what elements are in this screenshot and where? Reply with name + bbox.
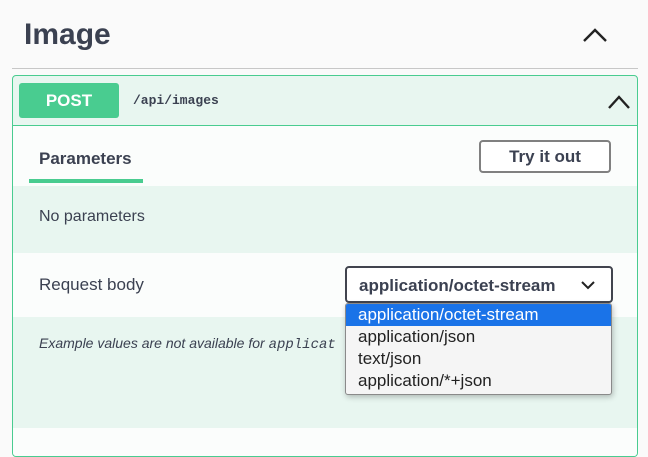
bottom-strip xyxy=(13,428,637,456)
request-body-label: Request body xyxy=(39,275,144,294)
section-title: Image xyxy=(24,18,111,51)
no-parameters-text: No parameters xyxy=(39,208,145,225)
operation-block: POST /api/images Parameters Try it out N… xyxy=(12,75,638,457)
operation-summary[interactable]: POST /api/images xyxy=(13,76,637,126)
section-divider xyxy=(12,68,638,69)
chevron-down-icon xyxy=(581,281,595,290)
chevron-up-icon[interactable] xyxy=(582,26,608,44)
dropdown-option[interactable]: application/json xyxy=(346,326,611,348)
try-it-out-button[interactable]: Try it out xyxy=(479,140,611,173)
operation-path: /api/images xyxy=(133,93,219,108)
content-type-dropdown: application/octet-stream application/jso… xyxy=(345,303,612,395)
example-text: Example values are not available for xyxy=(39,335,269,351)
chevron-up-icon[interactable] xyxy=(607,94,631,110)
example-note: Example values are not available for app… xyxy=(39,335,336,353)
content-type-select[interactable]: application/octet-stream xyxy=(345,266,613,303)
dropdown-option[interactable]: application/*+json xyxy=(346,370,611,392)
example-code: applicat xyxy=(268,337,336,353)
parameters-header: Parameters Try it out xyxy=(13,126,637,186)
dropdown-option[interactable]: text/json xyxy=(346,348,611,370)
section-header[interactable]: Image xyxy=(0,0,648,69)
tab-parameters[interactable]: Parameters xyxy=(39,149,132,169)
method-badge: POST xyxy=(19,83,119,118)
dropdown-option[interactable]: application/octet-stream xyxy=(346,304,611,326)
tab-underline xyxy=(29,179,143,183)
content-type-value: application/octet-stream xyxy=(359,276,556,295)
